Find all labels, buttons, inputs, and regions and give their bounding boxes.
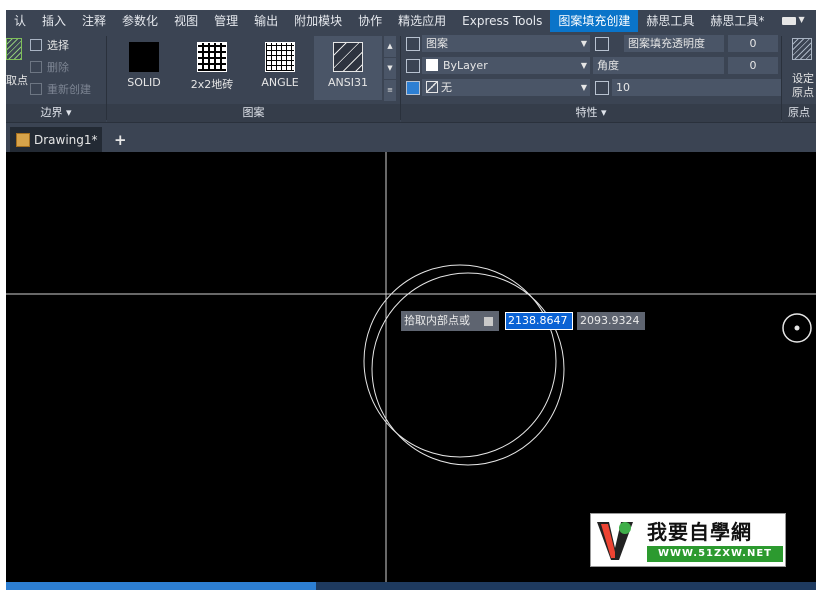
drawing-tab-label: Drawing1* — [34, 133, 98, 147]
boundary-panel: 取点 选择 删除 重新创建 边界 ▾ — [6, 32, 106, 122]
tab-annotate[interactable]: 注释 — [74, 10, 114, 32]
ansi31-pattern-icon — [333, 42, 363, 72]
new-tab-button[interactable]: + — [114, 127, 127, 153]
pattern-ansi31-label: ANSI31 — [328, 76, 368, 89]
gallery-expand-icon[interactable]: ≡ — [384, 80, 396, 102]
select-button[interactable]: 选择 — [30, 36, 69, 54]
scale-icon — [595, 81, 609, 95]
pick-point-icon[interactable] — [6, 38, 22, 60]
recreate-label: 重新创建 — [47, 83, 91, 96]
chevron-down-icon: ▼ — [580, 39, 587, 48]
pick-point-label[interactable]: 取点 — [6, 72, 28, 88]
ribbon: 取点 选择 删除 重新创建 边界 ▾ 图案 SOLID 2x2地砖 ANGLE … — [6, 32, 816, 122]
origin-panel: 设定 原点 原点 — [782, 32, 816, 122]
watermark-main-text: 我要自學網 — [647, 520, 752, 544]
scale-input[interactable]: 10 — [612, 79, 782, 96]
background-color-icon — [406, 81, 420, 95]
prompt-options-icon[interactable] — [484, 316, 493, 326]
angle-pattern-icon — [265, 42, 295, 72]
y-coordinate-input[interactable]: 2093.9324 — [577, 312, 645, 330]
autocad-window: 认 插入 注释 参数化 视图 管理 输出 附加模块 协作 精选应用 Expres… — [6, 10, 816, 590]
status-bar — [6, 582, 816, 590]
prompt-label: 拾取内部点或 — [401, 311, 499, 331]
document-tab-bar: Drawing1* + — [6, 122, 816, 153]
angle-input[interactable]: 0 — [728, 57, 778, 74]
status-progress — [6, 582, 316, 590]
hatch-color-value: ByLayer — [443, 59, 488, 72]
drawing-file-icon — [16, 133, 30, 147]
tab-express-tools[interactable]: Express Tools — [454, 10, 550, 32]
transparency-icon — [595, 37, 609, 51]
gallery-scroll: ▲ ▼ ≡ — [384, 36, 396, 102]
gallery-down-icon[interactable]: ▼ — [384, 58, 396, 80]
pattern-panel-title: 图案 — [107, 104, 400, 122]
tab-output[interactable]: 输出 — [246, 10, 286, 32]
pattern-solid-label: SOLID — [127, 76, 161, 89]
watermark-url-text: WWW.51ZXW.NET — [647, 546, 783, 562]
hatch-color-select[interactable]: ByLayer ▼ — [422, 57, 590, 74]
pattern-solid[interactable]: SOLID — [110, 36, 178, 100]
tab-hesi-tools-star[interactable]: 赫思工具* — [702, 10, 772, 32]
tab-view[interactable]: 视图 — [166, 10, 206, 32]
tab-featured-apps[interactable]: 精选应用 — [390, 10, 454, 32]
transparency-label: 图案填充透明度 — [624, 35, 724, 52]
pattern-angle-label: ANGLE — [261, 76, 299, 89]
chevron-down-icon: ▼ — [580, 61, 587, 70]
hatch-type-icon — [406, 37, 420, 51]
tab-hatch-creation[interactable]: 图案填充创建 — [550, 10, 639, 32]
pattern-2x2-tile[interactable]: 2x2地砖 — [178, 36, 246, 100]
boundary-panel-title[interactable]: 边界 ▾ — [6, 104, 106, 122]
drawing-tab[interactable]: Drawing1* — [10, 127, 102, 153]
angle-label: 角度 — [593, 57, 724, 74]
set-origin-label: 设定 — [792, 72, 814, 85]
hatch-type-select[interactable]: 图案 ▼ — [422, 35, 590, 52]
select-icon — [30, 39, 42, 51]
watermark-v-icon — [597, 522, 633, 560]
ribbon-tab-bar: 认 插入 注释 参数化 视图 管理 输出 附加模块 协作 精选应用 Expres… — [6, 10, 816, 32]
dynamic-input-tooltip: 拾取内部点或 2138.8647 2093.9324 — [401, 311, 645, 331]
solid-pattern-icon — [129, 42, 159, 72]
origin-panel-title: 原点 — [782, 104, 816, 122]
background-color-row: 无 ▼ 10 — [402, 78, 782, 97]
delete-icon — [30, 61, 42, 73]
tab-parametric[interactable]: 参数化 — [114, 10, 166, 32]
chevron-down-icon: ▼ — [580, 83, 587, 92]
tab-default[interactable]: 认 — [6, 10, 34, 32]
white-swatch-icon — [426, 59, 438, 71]
navigation-dot-icon — [794, 325, 800, 331]
transparency-input[interactable]: 0 — [728, 35, 778, 52]
pattern-gallery: SOLID 2x2地砖 ANGLE ANSI31 — [110, 36, 400, 102]
delete-label: 删除 — [47, 61, 69, 74]
pattern-2x2-label: 2x2地砖 — [190, 78, 234, 91]
none-swatch-icon — [426, 81, 438, 93]
tab-collaborate[interactable]: 协作 — [350, 10, 390, 32]
select-label: 选择 — [47, 39, 69, 52]
tile-pattern-icon — [197, 42, 227, 72]
hatch-color-icon — [406, 59, 420, 73]
hatch-type-row: 图案 ▼ 图案填充透明度 0 — [402, 34, 782, 53]
prompt-text: 拾取内部点或 — [404, 314, 470, 327]
background-color-value: 无 — [441, 81, 452, 94]
tab-hesi-tools[interactable]: 赫思工具 — [638, 10, 702, 32]
pattern-angle[interactable]: ANGLE — [246, 36, 314, 100]
delete-button[interactable]: 删除 — [30, 58, 69, 76]
watermark-logo: 我要自學網 WWW.51ZXW.NET — [590, 513, 786, 567]
recreate-icon — [30, 83, 42, 95]
set-origin-button[interactable]: 设定 原点 — [792, 72, 814, 100]
background-color-select[interactable]: 无 ▼ — [422, 79, 590, 96]
origin-sub-label: 原点 — [792, 86, 814, 99]
tab-insert[interactable]: 插入 — [34, 10, 74, 32]
pattern-ansi31[interactable]: ANSI31 — [314, 36, 382, 100]
tab-addins[interactable]: 附加模块 — [286, 10, 350, 32]
x-coordinate-input[interactable]: 2138.8647 — [505, 312, 573, 330]
hatch-color-row: ByLayer ▼ 角度 0 — [402, 56, 782, 75]
tab-manage[interactable]: 管理 — [206, 10, 246, 32]
properties-panel-title[interactable]: 特性 ▾ — [401, 104, 781, 122]
recreate-button[interactable]: 重新创建 — [30, 80, 91, 98]
set-origin-icon[interactable] — [792, 38, 812, 60]
gallery-up-icon[interactable]: ▲ — [384, 36, 396, 58]
ribbon-toggle-icon[interactable]: ▼ — [782, 15, 805, 27]
hatch-type-value: 图案 — [426, 37, 448, 50]
